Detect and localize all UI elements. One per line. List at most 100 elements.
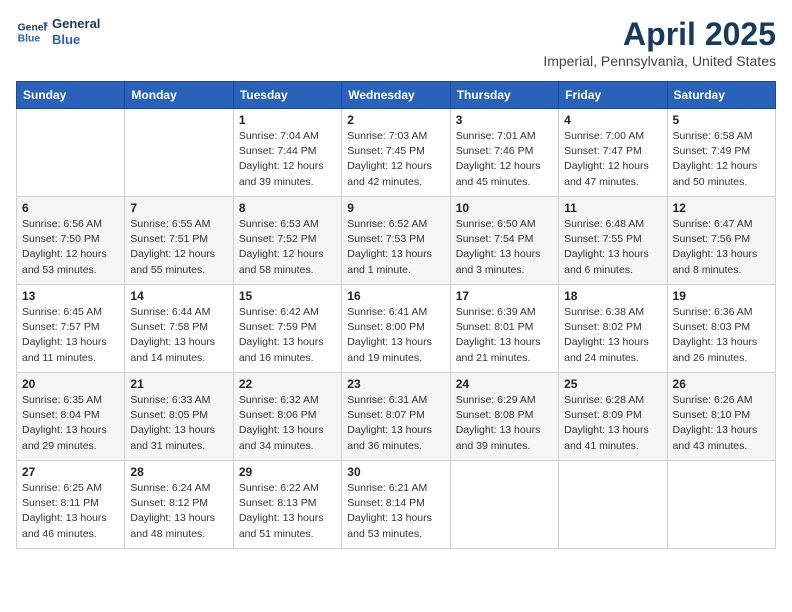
calendar-cell: 2 Sunrise: 7:03 AMSunset: 7:45 PMDaylight…: [342, 109, 450, 197]
calendar-cell: [559, 461, 667, 549]
day-number: 4: [564, 113, 661, 127]
calendar-cell: 10 Sunrise: 6:50 AMSunset: 7:54 PMDayligh…: [450, 197, 558, 285]
calendar-cell: 21 Sunrise: 6:33 AMSunset: 8:05 PMDayligh…: [125, 373, 233, 461]
day-info: Sunrise: 6:58 AMSunset: 7:49 PMDaylight:…: [673, 129, 770, 190]
calendar-cell: 8 Sunrise: 6:53 AMSunset: 7:52 PMDaylight…: [233, 197, 341, 285]
day-number: 22: [239, 377, 336, 391]
day-number: 14: [130, 289, 227, 303]
week-row-2: 6Sunrise: 6:56 AMSunset: 7:50 PMDaylight…: [17, 197, 776, 285]
day-info: Sunrise: 6:44 AMSunset: 7:58 PMDaylight:…: [130, 305, 227, 366]
day-info: Sunrise: 6:29 AMSunset: 8:08 PMDaylight:…: [456, 393, 553, 454]
day-info: Sunrise: 6:24 AMSunset: 8:12 PMDaylight:…: [130, 481, 227, 542]
day-number: 30: [347, 465, 444, 479]
day-info: Sunrise: 6:32 AMSunset: 8:06 PMDaylight:…: [239, 393, 336, 454]
weekday-header-monday: Monday: [125, 82, 233, 109]
weekday-header-wednesday: Wednesday: [342, 82, 450, 109]
calendar-cell: 6Sunrise: 6:56 AMSunset: 7:50 PMDaylight…: [17, 197, 125, 285]
calendar-cell: [125, 109, 233, 197]
week-row-3: 13Sunrise: 6:45 AMSunset: 7:57 PMDayligh…: [17, 285, 776, 373]
day-info: Sunrise: 6:55 AMSunset: 7:51 PMDaylight:…: [130, 217, 227, 278]
day-number: 18: [564, 289, 661, 303]
day-info: Sunrise: 6:36 AMSunset: 8:03 PMDaylight:…: [673, 305, 770, 366]
calendar-cell: 4 Sunrise: 7:00 AMSunset: 7:47 PMDaylight…: [559, 109, 667, 197]
day-number: 9: [347, 201, 444, 215]
month-year: April 2025: [543, 16, 776, 53]
page-header: General Blue General Blue April 2025 Imp…: [16, 16, 776, 69]
day-info: Sunrise: 6:53 AMSunset: 7:52 PMDaylight:…: [239, 217, 336, 278]
day-info: Sunrise: 7:00 AMSunset: 7:47 PMDaylight:…: [564, 129, 661, 190]
calendar-cell: 17Sunrise: 6:39 AMSunset: 8:01 PMDayligh…: [450, 285, 558, 373]
title-block: April 2025 Imperial, Pennsylvania, Unite…: [543, 16, 776, 69]
week-row-1: 1Sunrise: 7:04 AMSunset: 7:44 PMDaylight…: [17, 109, 776, 197]
day-number: 3: [456, 113, 553, 127]
day-number: 10: [456, 201, 553, 215]
day-number: 24: [456, 377, 553, 391]
day-number: 6: [22, 201, 119, 215]
calendar-cell: 27Sunrise: 6:25 AMSunset: 8:11 PMDayligh…: [17, 461, 125, 549]
calendar-cell: [17, 109, 125, 197]
calendar-cell: 30 Sunrise: 6:21 AMSunset: 8:14 PMDayligh…: [342, 461, 450, 549]
day-number: 8: [239, 201, 336, 215]
day-number: 12: [673, 201, 770, 215]
day-info: Sunrise: 6:52 AMSunset: 7:53 PMDaylight:…: [347, 217, 444, 278]
calendar-table: SundayMondayTuesdayWednesdayThursdayFrid…: [16, 81, 776, 549]
day-info: Sunrise: 6:42 AMSunset: 7:59 PMDaylight:…: [239, 305, 336, 366]
day-info: Sunrise: 6:35 AMSunset: 8:04 PMDaylight:…: [22, 393, 119, 454]
svg-text:Blue: Blue: [18, 34, 41, 45]
day-info: Sunrise: 6:28 AMSunset: 8:09 PMDaylight:…: [564, 393, 661, 454]
calendar-cell: 23 Sunrise: 6:31 AMSunset: 8:07 PMDayligh…: [342, 373, 450, 461]
day-info: Sunrise: 6:33 AMSunset: 8:05 PMDaylight:…: [130, 393, 227, 454]
day-info: Sunrise: 7:04 AMSunset: 7:44 PMDaylight:…: [239, 129, 336, 190]
day-number: 28: [130, 465, 227, 479]
logo-blue: Blue: [52, 32, 100, 48]
weekday-header-friday: Friday: [559, 82, 667, 109]
calendar-cell: 14 Sunrise: 6:44 AMSunset: 7:58 PMDayligh…: [125, 285, 233, 373]
day-number: 20: [22, 377, 119, 391]
calendar-cell: 18 Sunrise: 6:38 AMSunset: 8:02 PMDayligh…: [559, 285, 667, 373]
day-number: 23: [347, 377, 444, 391]
day-number: 27: [22, 465, 119, 479]
calendar-cell: 11 Sunrise: 6:48 AMSunset: 7:55 PMDayligh…: [559, 197, 667, 285]
day-info: Sunrise: 7:01 AMSunset: 7:46 PMDaylight:…: [456, 129, 553, 190]
calendar-cell: 26Sunrise: 6:26 AMSunset: 8:10 PMDayligh…: [667, 373, 775, 461]
day-number: 5: [673, 113, 770, 127]
weekday-header-saturday: Saturday: [667, 82, 775, 109]
day-info: Sunrise: 6:31 AMSunset: 8:07 PMDaylight:…: [347, 393, 444, 454]
calendar-cell: 12 Sunrise: 6:47 AMSunset: 7:56 PMDayligh…: [667, 197, 775, 285]
week-row-5: 27Sunrise: 6:25 AMSunset: 8:11 PMDayligh…: [17, 461, 776, 549]
calendar-cell: 7 Sunrise: 6:55 AMSunset: 7:51 PMDaylight…: [125, 197, 233, 285]
calendar-cell: 29Sunrise: 6:22 AMSunset: 8:13 PMDayligh…: [233, 461, 341, 549]
logo: General Blue General Blue: [16, 16, 100, 48]
day-info: Sunrise: 6:22 AMSunset: 8:13 PMDaylight:…: [239, 481, 336, 542]
calendar-cell: [667, 461, 775, 549]
calendar-cell: 20 Sunrise: 6:35 AMSunset: 8:04 PMDayligh…: [17, 373, 125, 461]
week-row-4: 20 Sunrise: 6:35 AMSunset: 8:04 PMDayligh…: [17, 373, 776, 461]
day-info: Sunrise: 6:41 AMSunset: 8:00 PMDaylight:…: [347, 305, 444, 366]
weekday-header-thursday: Thursday: [450, 82, 558, 109]
calendar-cell: 28 Sunrise: 6:24 AMSunset: 8:12 PMDayligh…: [125, 461, 233, 549]
day-number: 2: [347, 113, 444, 127]
calendar-cell: 19Sunrise: 6:36 AMSunset: 8:03 PMDayligh…: [667, 285, 775, 373]
header-row: SundayMondayTuesdayWednesdayThursdayFrid…: [17, 82, 776, 109]
day-info: Sunrise: 7:03 AMSunset: 7:45 PMDaylight:…: [347, 129, 444, 190]
day-info: Sunrise: 6:50 AMSunset: 7:54 PMDaylight:…: [456, 217, 553, 278]
calendar-cell: 22 Sunrise: 6:32 AMSunset: 8:06 PMDayligh…: [233, 373, 341, 461]
svg-text:General: General: [18, 22, 48, 33]
day-number: 21: [130, 377, 227, 391]
calendar-cell: 16 Sunrise: 6:41 AMSunset: 8:00 PMDayligh…: [342, 285, 450, 373]
day-info: Sunrise: 6:47 AMSunset: 7:56 PMDaylight:…: [673, 217, 770, 278]
day-number: 7: [130, 201, 227, 215]
logo-general: General: [52, 16, 100, 32]
calendar-cell: 5 Sunrise: 6:58 AMSunset: 7:49 PMDaylight…: [667, 109, 775, 197]
day-info: Sunrise: 6:48 AMSunset: 7:55 PMDaylight:…: [564, 217, 661, 278]
weekday-header-sunday: Sunday: [17, 82, 125, 109]
calendar-cell: 15Sunrise: 6:42 AMSunset: 7:59 PMDayligh…: [233, 285, 341, 373]
day-info: Sunrise: 6:45 AMSunset: 7:57 PMDaylight:…: [22, 305, 119, 366]
day-info: Sunrise: 6:39 AMSunset: 8:01 PMDaylight:…: [456, 305, 553, 366]
day-info: Sunrise: 6:38 AMSunset: 8:02 PMDaylight:…: [564, 305, 661, 366]
day-number: 11: [564, 201, 661, 215]
day-number: 16: [347, 289, 444, 303]
day-number: 25: [564, 377, 661, 391]
calendar-cell: 13Sunrise: 6:45 AMSunset: 7:57 PMDayligh…: [17, 285, 125, 373]
day-info: Sunrise: 6:21 AMSunset: 8:14 PMDaylight:…: [347, 481, 444, 542]
